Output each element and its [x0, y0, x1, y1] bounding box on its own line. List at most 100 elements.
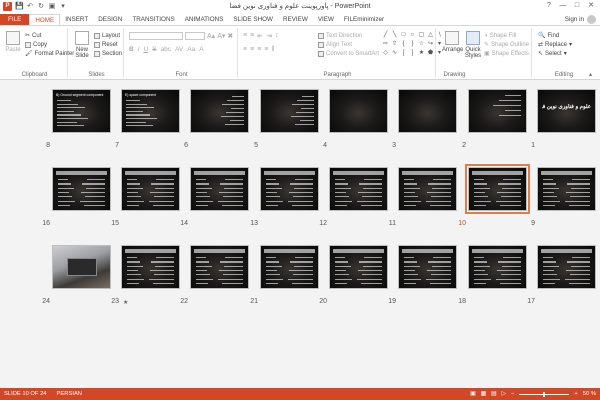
- line-spacing-icon[interactable]: ↕: [275, 32, 279, 40]
- zoom-slider[interactable]: [519, 391, 570, 397]
- bold-button[interactable]: B: [129, 46, 134, 53]
- slide-thumbnail[interactable]: [398, 245, 457, 289]
- slide-sorter-view-icon[interactable]: ▦: [481, 391, 486, 397]
- rectangle-shape-icon[interactable]: ▢: [418, 32, 425, 39]
- customize-qat-icon[interactable]: ▾: [59, 3, 67, 11]
- tab-animations[interactable]: ANIMATIONS: [180, 14, 229, 25]
- cut-button[interactable]: ✂ Cut: [25, 31, 74, 40]
- tab-transitions[interactable]: TRANSITIONS: [127, 14, 179, 25]
- pentagon-shape-icon[interactable]: ⬟: [427, 50, 434, 57]
- slide-thumbnail[interactable]: [329, 89, 388, 133]
- slide-thumbnail[interactable]: [190, 167, 249, 211]
- shapes-gallery[interactable]: ╱ ╲ □ ○ ▢ △ ∖ ⇨ ⇧ { } ☆ ↪ ▾ ◇ ∿ [ ] ★ ⬟ …: [382, 32, 443, 57]
- shrink-font-icon[interactable]: A▾: [217, 32, 225, 40]
- help-button[interactable]: ?: [542, 0, 556, 12]
- align-center-icon[interactable]: ≡: [250, 46, 254, 53]
- save-icon[interactable]: 💾: [15, 3, 24, 11]
- collapse-ribbon-icon[interactable]: ▴: [589, 71, 592, 78]
- brace-shape-icon[interactable]: ]: [409, 50, 416, 57]
- arrange-button[interactable]: Arrange: [442, 31, 463, 53]
- grow-font-icon[interactable]: A▴: [207, 32, 215, 40]
- format-painter-button[interactable]: 🖌 Format Painter: [25, 49, 74, 58]
- text-shadow-button[interactable]: abc: [161, 46, 171, 53]
- slide-thumbnail[interactable]: [52, 245, 111, 289]
- font-color-button[interactable]: A: [199, 46, 203, 53]
- slide-thumbnail[interactable]: [329, 245, 388, 289]
- language-indicator[interactable]: PERSIAN: [57, 391, 82, 397]
- arrow-shape-icon[interactable]: ⇨: [382, 41, 389, 48]
- new-slide-button[interactable]: New Slide: [73, 31, 91, 59]
- slide-thumbnail[interactable]: [468, 245, 527, 289]
- arrow-shape-icon[interactable]: ↪: [427, 41, 434, 48]
- select-button[interactable]: ↖ Select ▾: [538, 49, 572, 58]
- change-case-button[interactable]: Aa: [187, 46, 195, 53]
- triangle-shape-icon[interactable]: △: [427, 32, 434, 39]
- paste-button[interactable]: Paste: [5, 31, 21, 53]
- undo-icon[interactable]: ↶: [26, 3, 34, 11]
- slide-thumbnail[interactable]: [190, 245, 249, 289]
- replace-button[interactable]: ⇄ Replace ▾: [538, 40, 572, 49]
- star-shape-icon[interactable]: ★: [418, 50, 425, 57]
- sign-in[interactable]: Sign in: [565, 15, 596, 24]
- quick-styles-button[interactable]: Quick Styles: [464, 31, 482, 59]
- convert-smartart-button[interactable]: Convert to SmartArt: [318, 49, 379, 58]
- brace-shape-icon[interactable]: }: [409, 41, 416, 48]
- reset-button[interactable]: Reset: [94, 40, 122, 49]
- close-button[interactable]: ✕: [584, 0, 598, 12]
- normal-view-icon[interactable]: ▣: [470, 391, 475, 397]
- oval-shape-icon[interactable]: ○: [409, 32, 416, 39]
- curve-shape-icon[interactable]: ∿: [391, 50, 398, 57]
- line-shape-icon[interactable]: ╲: [391, 32, 398, 39]
- tab-insert[interactable]: INSERT: [60, 14, 93, 25]
- tab-review[interactable]: REVIEW: [278, 14, 313, 25]
- slideshow-view-icon[interactable]: ▷: [502, 391, 506, 397]
- shape-effects-button[interactable]: ▣ Shape Effects: [484, 49, 529, 58]
- slide-thumbnail[interactable]: [260, 167, 319, 211]
- increase-indent-icon[interactable]: ⇥: [266, 32, 272, 40]
- zoom-out-button[interactable]: −: [511, 391, 514, 397]
- character-spacing-button[interactable]: AV: [175, 46, 183, 53]
- slide-thumbnail[interactable]: [468, 89, 527, 133]
- slide-thumbnail[interactable]: [260, 89, 319, 133]
- slide-thumbnail[interactable]: [465, 164, 530, 214]
- align-left-icon[interactable]: ≡: [243, 46, 247, 53]
- brace-shape-icon[interactable]: [: [400, 50, 407, 57]
- minimize-button[interactable]: —: [556, 0, 570, 12]
- callout-shape-icon[interactable]: ◇: [382, 50, 389, 57]
- maximize-button[interactable]: □: [570, 0, 584, 12]
- section-button[interactable]: Section: [94, 49, 122, 58]
- clear-formatting-icon[interactable]: ✖: [227, 32, 233, 40]
- avatar[interactable]: [587, 15, 596, 24]
- slide-thumbnail[interactable]: [260, 245, 319, 289]
- tab-file[interactable]: FILE: [0, 14, 30, 25]
- tab-fileminimizer[interactable]: FILEminimizer: [339, 14, 389, 25]
- font-name-box[interactable]: [129, 32, 183, 40]
- font-size-box[interactable]: [185, 32, 205, 40]
- arrow-shape-icon[interactable]: ⇧: [391, 41, 398, 48]
- zoom-slider-thumb[interactable]: [543, 391, 546, 397]
- shape-outline-button[interactable]: ✎ Shape Outline: [484, 40, 529, 49]
- tab-view[interactable]: VIEW: [313, 14, 339, 25]
- tab-home[interactable]: HOME: [29, 14, 61, 25]
- brace-shape-icon[interactable]: {: [400, 41, 407, 48]
- align-right-icon[interactable]: ≡: [257, 46, 261, 53]
- zoom-level[interactable]: 50 %: [583, 391, 596, 397]
- animation-star-icon[interactable]: ★: [123, 299, 128, 306]
- slide-thumbnail[interactable]: [537, 245, 596, 289]
- copy-button[interactable]: Copy: [25, 40, 74, 49]
- slide-thumbnail[interactable]: علوم و فناوری نوین فضا: [537, 89, 596, 133]
- slide-thumbnail[interactable]: [329, 167, 388, 211]
- slide-thumbnail[interactable]: [121, 167, 180, 211]
- start-slideshow-icon[interactable]: ▣: [48, 3, 56, 11]
- slide-thumbnail[interactable]: E) space component: [121, 89, 180, 133]
- decrease-indent-icon[interactable]: ⇤: [257, 32, 263, 40]
- layout-button[interactable]: Layout: [94, 31, 122, 40]
- italic-button[interactable]: I: [138, 46, 140, 53]
- justify-icon[interactable]: ≡: [264, 46, 268, 53]
- star-shape-icon[interactable]: ☆: [418, 41, 425, 48]
- slide-thumbnail[interactable]: [398, 89, 457, 133]
- underline-button[interactable]: U: [144, 46, 149, 53]
- slide-thumbnail[interactable]: [121, 245, 180, 289]
- slide-thumbnail[interactable]: [190, 89, 249, 133]
- slide-thumbnail[interactable]: [398, 167, 457, 211]
